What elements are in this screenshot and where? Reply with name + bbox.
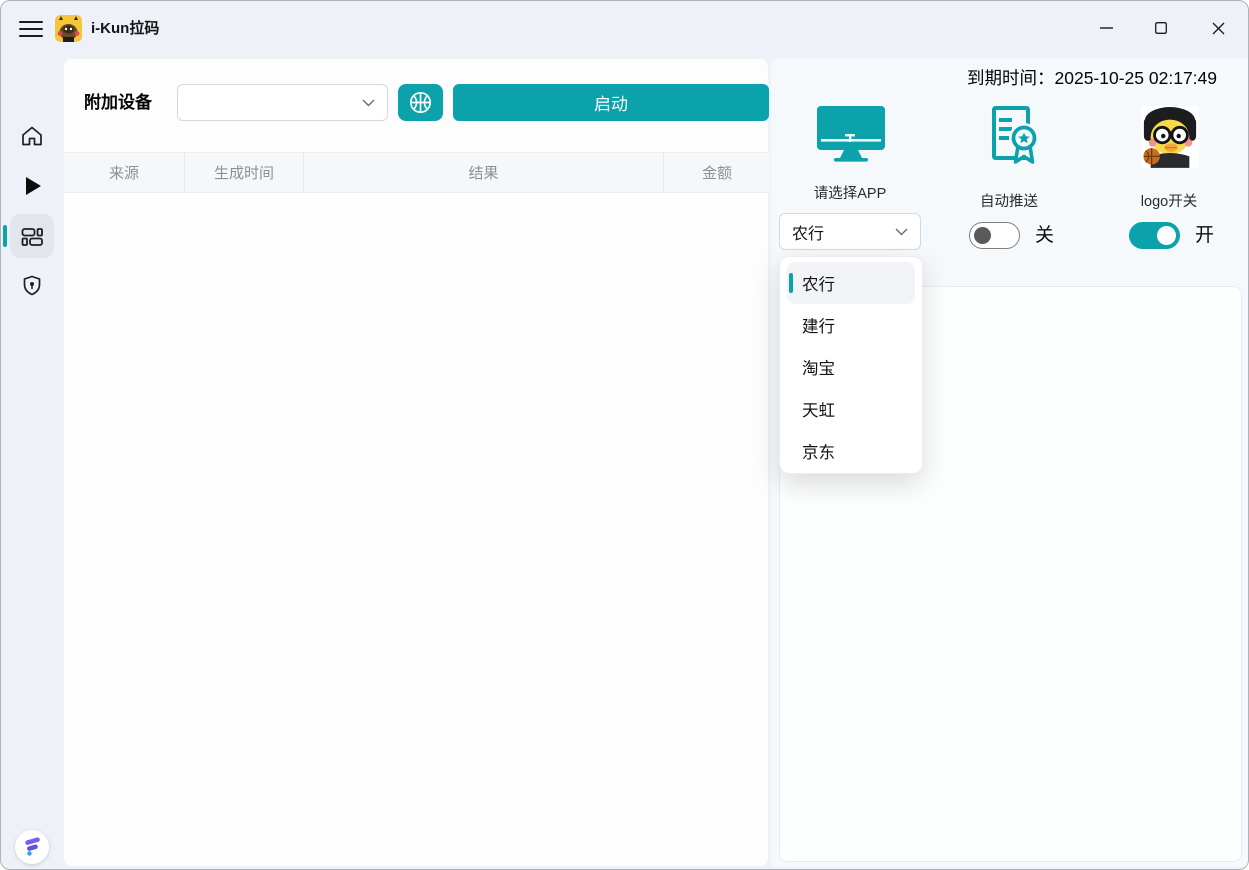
dropdown-option-nonghang[interactable]: 农行 (787, 262, 915, 304)
chevron-down-icon (362, 99, 375, 107)
dropdown-option-jianhang[interactable]: 建行 (780, 304, 922, 346)
shield-icon (19, 273, 45, 299)
sidebar-item-apps[interactable] (10, 214, 54, 258)
device-select[interactable] (177, 84, 388, 121)
auto-push-toggle[interactable] (969, 222, 1020, 249)
close-button[interactable] (1195, 7, 1241, 49)
results-card: 附加设备 启动 来源 生成时间 结果 金额 (63, 58, 769, 867)
toggle-knob (974, 227, 991, 244)
basketball-action-button[interactable] (398, 84, 443, 121)
brand-logo-icon (15, 830, 49, 864)
auto-push-state: 关 (1035, 222, 1054, 249)
chevron-down-icon (895, 228, 908, 236)
expiry-time: 到期时间：2025-10-25 02:17:49 (967, 65, 1217, 90)
column-header-amount: 金额 (664, 153, 770, 192)
toggle-knob (1157, 226, 1176, 245)
results-table-header: 来源 生成时间 结果 金额 (64, 152, 770, 193)
maximize-icon (1155, 22, 1167, 34)
app-select[interactable]: 农行 (779, 213, 921, 250)
window-title: i-Kun拉码 (91, 1, 159, 57)
basketball-icon (408, 90, 433, 115)
home-icon (19, 123, 45, 149)
certificate-icon (981, 102, 1041, 173)
maximize-button[interactable] (1138, 7, 1184, 49)
close-icon (1212, 22, 1225, 35)
auto-push-label: 自动推送 (939, 190, 1079, 211)
apps-grid-icon (19, 223, 45, 249)
expiry-value: 2025-10-25 02:17:49 (1055, 68, 1218, 88)
logo-switch-label: logo开关 (1099, 190, 1239, 211)
minimize-icon (1100, 27, 1113, 29)
titlebar: i-Kun拉码 (1, 1, 1248, 57)
dropdown-option-jingdong[interactable]: 京东 (780, 430, 922, 472)
sidebar-item-run[interactable] (10, 164, 54, 208)
expiry-label: 到期时间： (967, 68, 1055, 88)
sidebar-item-home[interactable] (10, 114, 54, 158)
logo-toggle-state: 开 (1195, 222, 1214, 249)
app-logo-icon (55, 15, 82, 42)
sidebar (1, 57, 63, 870)
column-header-generated-time: 生成时间 (185, 153, 304, 192)
app-select-value: 农行 (792, 220, 824, 244)
settings-panel: 到期时间：2025-10-25 02:17:49 请选择APP (771, 58, 1249, 867)
play-icon (19, 173, 45, 199)
launch-button[interactable]: 启动 (453, 84, 769, 121)
minimize-button[interactable] (1083, 7, 1129, 49)
column-header-source: 来源 (64, 153, 185, 192)
dropdown-option-tianhong[interactable]: 天虹 (780, 388, 922, 430)
logo-toggle[interactable] (1129, 222, 1180, 249)
column-header-result: 结果 (304, 153, 664, 192)
dropdown-option-taobao[interactable]: 淘宝 (780, 346, 922, 388)
active-item-indicator (3, 225, 7, 247)
avatar-image (1141, 105, 1199, 174)
monitor-icon (815, 106, 887, 169)
device-label: 附加设备 (84, 84, 152, 121)
app-picker-label: 请选择APP (780, 182, 920, 203)
app-window: i-Kun拉码 (0, 0, 1249, 870)
hamburger-menu-icon[interactable] (19, 21, 45, 38)
sidebar-item-security[interactable] (10, 264, 54, 308)
app-select-dropdown: 农行 建行 淘宝 天虹 京东 (779, 256, 923, 474)
